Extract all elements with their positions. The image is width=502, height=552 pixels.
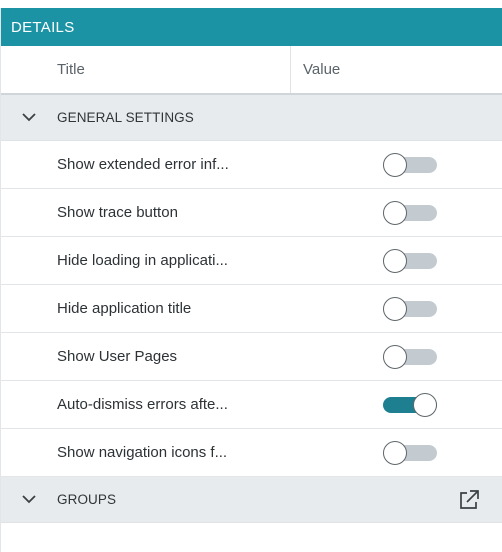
toggle-switch[interactable]: [383, 344, 437, 369]
group-label: GROUPS: [57, 492, 117, 507]
details-panel: DETAILS Title Value GENERAL SETTINGS Sho…: [0, 8, 502, 552]
setting-label: Auto-dismiss errors afte...: [57, 396, 228, 413]
toggle-switch[interactable]: [383, 392, 437, 417]
toggle-switch[interactable]: [383, 296, 437, 321]
setting-label: Show trace button: [57, 204, 178, 221]
setting-row: Auto-dismiss errors afte...: [1, 381, 502, 429]
toggle-switch[interactable]: [383, 440, 437, 465]
toggle-switch[interactable]: [383, 152, 437, 177]
group-label: GENERAL SETTINGS: [57, 110, 194, 125]
setting-label: Show extended error inf...: [57, 156, 229, 173]
column-header-value[interactable]: Value: [291, 46, 340, 93]
setting-label: Hide application title: [57, 300, 192, 317]
column-header-title[interactable]: Title: [1, 46, 291, 93]
setting-label: Show User Pages: [57, 348, 178, 365]
chevron-down-icon[interactable]: [1, 113, 57, 122]
group-groups[interactable]: GROUPS: [1, 477, 502, 523]
setting-row: Hide loading in applicati...: [1, 237, 502, 285]
setting-row: Show extended error inf...: [1, 141, 502, 189]
toggle-switch[interactable]: [383, 200, 437, 225]
setting-row: Show trace button: [1, 189, 502, 237]
setting-label: Hide loading in applicati...: [57, 252, 228, 269]
setting-row: Show navigation icons f...: [1, 429, 502, 477]
setting-row: Hide application title: [1, 285, 502, 333]
panel-header: DETAILS: [1, 8, 502, 46]
group-general-settings[interactable]: GENERAL SETTINGS: [1, 95, 502, 141]
column-headers: Title Value: [1, 46, 502, 95]
toggle-switch[interactable]: [383, 248, 437, 273]
setting-label: Show navigation icons f...: [57, 444, 228, 461]
setting-row: Show User Pages: [1, 333, 502, 381]
panel-title: DETAILS: [11, 18, 75, 36]
chevron-down-icon[interactable]: [1, 495, 57, 504]
external-link-icon[interactable]: [458, 489, 480, 511]
